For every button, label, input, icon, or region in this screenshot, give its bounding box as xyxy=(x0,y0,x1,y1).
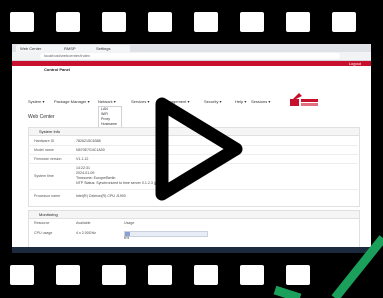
nav-item[interactable]: Sessions ▾ xyxy=(251,99,270,104)
film-perforation xyxy=(332,12,356,32)
film-perforation xyxy=(56,265,80,285)
url-field[interactable]: localhost/webcenter/index xyxy=(40,53,340,59)
field-label: CPU usage xyxy=(34,231,53,235)
column-header: Resource xyxy=(34,221,50,225)
film-edge-left xyxy=(0,44,12,253)
film-perforation xyxy=(10,12,34,32)
video-thumbnail[interactable]: Web Center RMSP Settings localhost/webce… xyxy=(0,0,383,298)
film-perforation xyxy=(240,265,264,285)
cpu-usage-bar xyxy=(124,231,208,237)
field-value: N570E7G4C1A00 xyxy=(76,148,105,152)
panel-title: Monitoring xyxy=(29,211,359,219)
browser-tab[interactable]: Web Center xyxy=(16,45,64,52)
field-value: Timezone: Europe/Berlin xyxy=(76,176,116,180)
field-value: 14:22:31 xyxy=(76,166,90,170)
monitoring-panel: Monitoring xyxy=(28,210,360,248)
field-value: 2024-01-09 xyxy=(76,171,95,175)
nav-item[interactable]: Network ▾ xyxy=(98,99,116,104)
field-label: Hardware ID xyxy=(34,139,55,143)
field-label: Firmware version xyxy=(34,157,62,161)
field-value: 7826215C6388 xyxy=(76,139,101,143)
film-strip-bottom xyxy=(0,253,383,298)
field-value: 4 x 2.00GHz xyxy=(76,231,96,235)
film-perforation xyxy=(240,12,264,32)
field-label: Model name xyxy=(34,148,54,152)
play-icon[interactable] xyxy=(140,94,250,204)
app-title: Control Panel xyxy=(44,67,71,72)
field-label: System time xyxy=(34,174,54,178)
film-perforation xyxy=(194,265,218,285)
brand-logo-icon xyxy=(290,93,318,106)
column-header: Available xyxy=(76,221,91,225)
film-perforation xyxy=(10,265,34,285)
cpu-usage-text: 6% xyxy=(124,236,130,240)
field-value: V1.1.12 xyxy=(76,157,89,161)
film-perforation xyxy=(148,265,172,285)
nav-item[interactable]: System ▾ xyxy=(28,99,44,104)
logout-link[interactable]: Logout xyxy=(349,61,361,66)
nav-item[interactable]: Package Manager ▾ xyxy=(54,99,90,104)
film-perforation xyxy=(286,265,310,285)
film-perforation xyxy=(102,265,126,285)
film-strip-top xyxy=(0,0,383,44)
field-value: Intel(R) Celeron(R) CPU J1900 xyxy=(76,194,126,198)
browser-tabbar: Web Center RMSP Settings xyxy=(12,44,371,52)
film-perforation xyxy=(56,12,80,32)
browser-addressbar: localhost/webcenter/index xyxy=(12,52,371,61)
film-perforation xyxy=(148,12,172,32)
film-perforation xyxy=(286,12,310,32)
film-perforation xyxy=(102,12,126,32)
browser-tab[interactable]: RMSP xyxy=(60,45,96,52)
film-edge-right xyxy=(371,44,383,253)
page-title: Web Center xyxy=(28,114,55,120)
column-header: Usage xyxy=(124,221,135,225)
film-perforation xyxy=(194,12,218,32)
field-label: Processor name xyxy=(34,194,61,198)
browser-tab[interactable]: Settings xyxy=(92,45,130,52)
app-top-bar: Logout xyxy=(12,61,371,66)
